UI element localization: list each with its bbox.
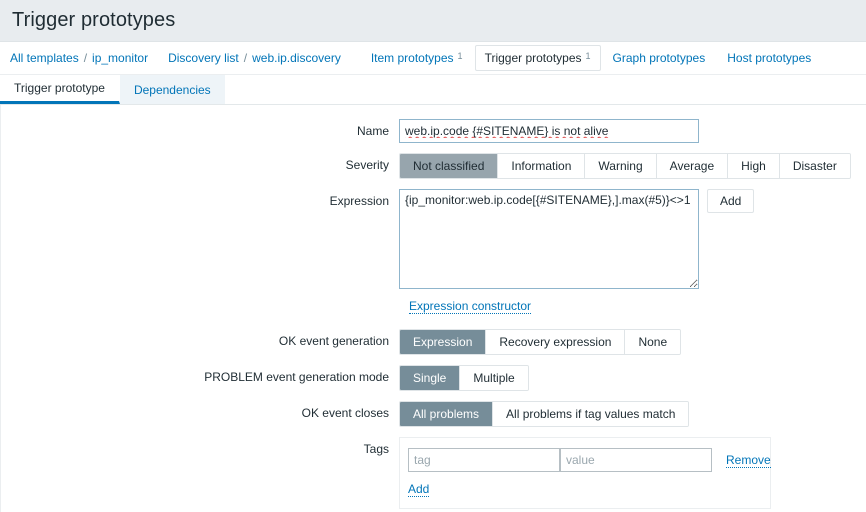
tags-panel: Remove Add [399, 437, 771, 509]
breadcrumb-link-all-templates[interactable]: All templates [10, 51, 79, 65]
form-row-severity: Severity Not classified Information Warn… [1, 153, 866, 179]
tag-remove-link[interactable]: Remove [726, 453, 771, 468]
trigger-prototype-page: Trigger prototypes All templates / ip_mo… [0, 0, 866, 512]
expression-add-button[interactable]: Add [707, 189, 755, 213]
name-label: Name [356, 124, 389, 138]
breadcrumb-link-discovery-list[interactable]: Discovery list [168, 51, 239, 65]
page-header: Trigger prototypes [0, 0, 866, 42]
severity-option-high[interactable]: High [728, 154, 780, 178]
severity-segmented-control: Not classified Information Warning Avera… [399, 153, 851, 179]
expression-constructor-link[interactable]: Expression constructor [409, 299, 532, 314]
tab-dependencies[interactable]: Dependencies [119, 75, 226, 104]
problem-event-generation-mode-label: PROBLEM event generation mode [204, 370, 389, 384]
ok-event-closes-segmented-control: All problems All problems if tag values … [399, 401, 690, 427]
breadcrumb-separator: / [83, 51, 88, 65]
severity-option-information[interactable]: Information [498, 154, 586, 178]
form-row-expression: Expression Add [1, 189, 866, 289]
form-row-tags: Tags Remove Add [1, 437, 866, 509]
nav-item-host-prototypes[interactable]: Host prototypes [717, 45, 821, 71]
tag-value-input[interactable] [560, 448, 712, 472]
tag-name-input[interactable] [408, 448, 560, 472]
ok-event-closes-option-all-problems-tag-match[interactable]: All problems if tag values match [493, 402, 689, 426]
ok-event-generation-segmented-control: Expression Recovery expression None [399, 329, 682, 355]
breadcrumb-link-web-ip-discovery[interactable]: web.ip.discovery [252, 51, 341, 65]
nav-item-label: Graph prototypes [612, 51, 706, 65]
tag-add-link[interactable]: Add [408, 482, 430, 497]
tag-row: Remove [408, 448, 771, 472]
tags-label: Tags [363, 442, 389, 456]
breadcrumb-discovery: Discovery list / web.ip.discovery [168, 51, 341, 65]
breadcrumb-nav-strip: All templates / ip_monitor Discovery lis… [0, 42, 866, 75]
expression-textarea[interactable] [399, 189, 699, 289]
tab-label: Trigger prototype [14, 81, 105, 95]
nav-item-label: Host prototypes [727, 51, 812, 65]
nav-item-count: 1 [585, 51, 591, 61]
ok-event-closes-label: OK event closes [301, 406, 389, 420]
form-row-name: Name [1, 119, 866, 143]
expression-constructor-row: Expression constructor [399, 297, 866, 315]
problem-event-generation-mode-segmented-control: Single Multiple [399, 365, 529, 391]
nav-item-trigger-prototypes[interactable]: Trigger prototypes 1 [474, 45, 601, 71]
breadcrumb-templates: All templates / ip_monitor [10, 51, 148, 65]
ok-event-generation-option-expression[interactable]: Expression [400, 330, 487, 354]
problem-event-generation-mode-option-multiple[interactable]: Multiple [460, 366, 528, 390]
ok-event-generation-label: OK event generation [278, 334, 389, 348]
expression-label: Expression [329, 194, 389, 208]
tab-trigger-prototype[interactable]: Trigger prototype [0, 75, 120, 104]
ok-event-closes-option-all-problems[interactable]: All problems [400, 402, 494, 426]
breadcrumb-separator: / [243, 51, 248, 65]
severity-option-not-classified[interactable]: Not classified [400, 154, 499, 178]
form-row-problem-event-generation-mode: PROBLEM event generation mode Single Mul… [1, 365, 866, 391]
form-tabs: Trigger prototype Dependencies [0, 75, 866, 105]
trigger-prototype-form: Name Severity Not classified Information… [0, 105, 866, 512]
nav-item-label: Trigger prototypes [484, 51, 582, 65]
nav-item-item-prototypes[interactable]: Item prototypes 1 [361, 45, 473, 71]
nav-item-label: Item prototypes [370, 51, 454, 65]
breadcrumb-link-ip-monitor[interactable]: ip_monitor [92, 51, 148, 65]
severity-label: Severity [345, 158, 389, 172]
form-row-ok-event-generation: OK event generation Expression Recovery … [1, 329, 866, 355]
problem-event-generation-mode-option-single[interactable]: Single [400, 366, 461, 390]
severity-option-warning[interactable]: Warning [585, 154, 657, 178]
ok-event-generation-option-recovery-expression[interactable]: Recovery expression [486, 330, 626, 354]
severity-option-disaster[interactable]: Disaster [779, 154, 850, 178]
form-row-ok-event-closes: OK event closes All problems All problem… [1, 401, 866, 427]
page-title: Trigger prototypes [12, 9, 176, 31]
name-input[interactable] [399, 119, 699, 143]
ok-event-generation-option-none[interactable]: None [625, 330, 681, 354]
severity-option-average[interactable]: Average [656, 154, 729, 178]
nav-item-count: 1 [457, 51, 463, 61]
tab-label: Dependencies [133, 82, 211, 97]
nav-item-graph-prototypes[interactable]: Graph prototypes [603, 45, 716, 71]
